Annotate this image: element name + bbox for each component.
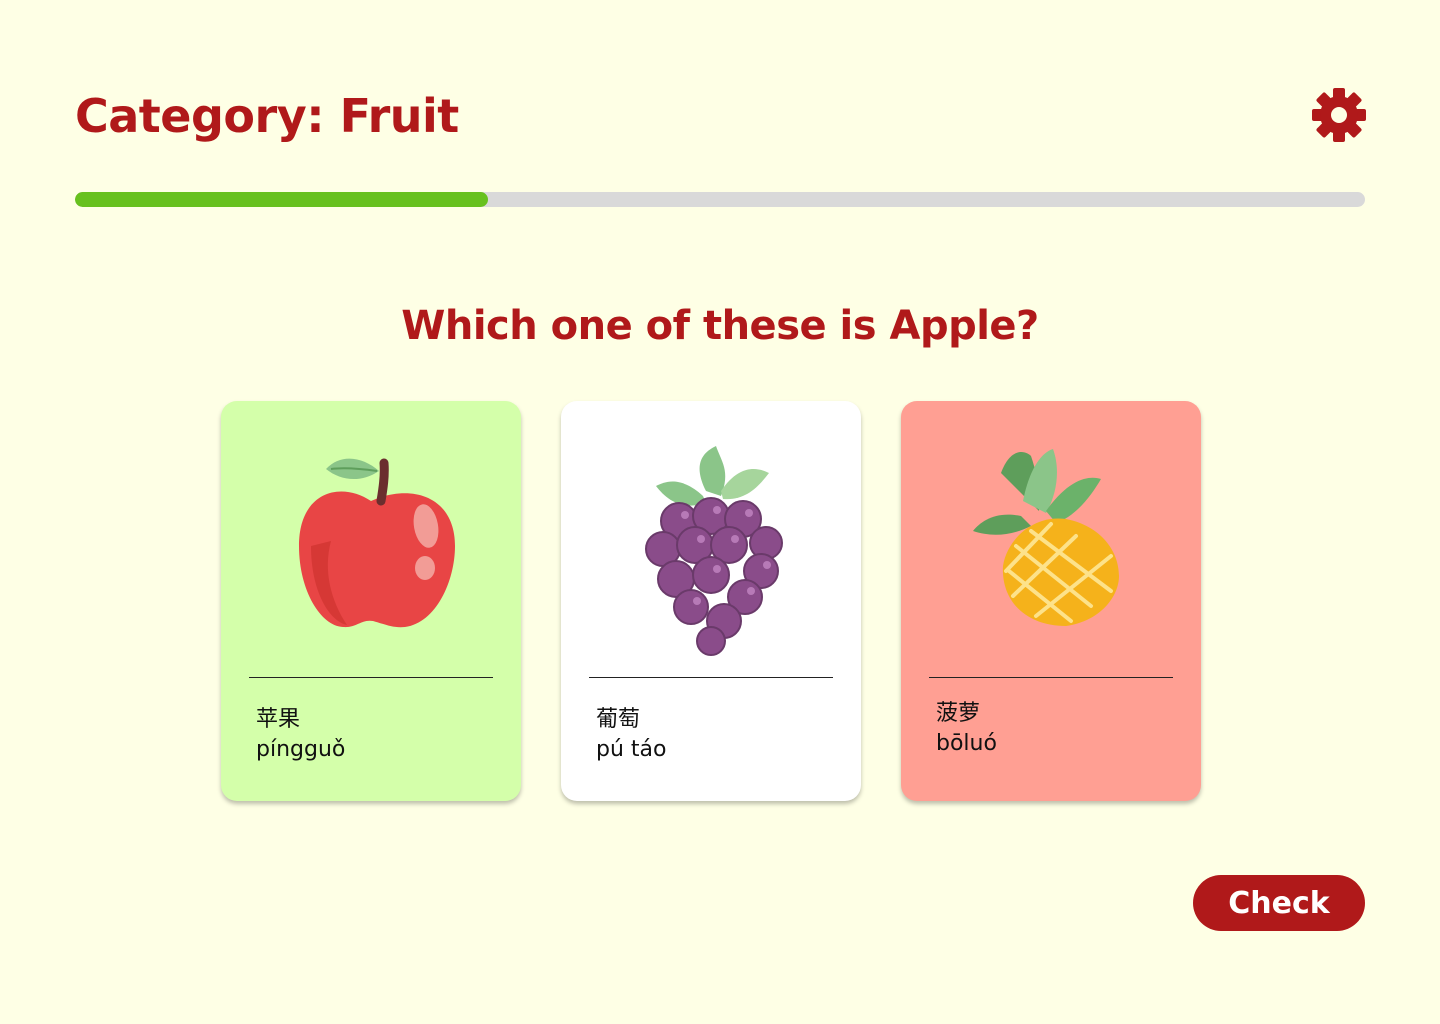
pineapple-icon [973, 449, 1119, 626]
card-divider [249, 677, 493, 678]
option-pinyin: píngguǒ [256, 737, 346, 762]
settings-button[interactable] [1310, 86, 1368, 144]
grapes-icon [645, 446, 783, 656]
option-card-pineapple[interactable]: 菠萝 bōluó [901, 401, 1201, 801]
card-divider [589, 677, 833, 678]
check-button[interactable]: Check [1193, 875, 1365, 931]
card-divider [929, 677, 1173, 678]
apple-icon [299, 458, 455, 628]
option-pinyin: bōluó [936, 731, 997, 756]
option-hanzi: 菠萝 [936, 701, 981, 726]
option-pinyin: pú táo [596, 737, 667, 762]
progress-fill [75, 192, 488, 207]
progress-bar [75, 192, 1365, 207]
option-card-grapes[interactable]: 葡萄 pú táo [561, 401, 861, 801]
option-card-apple[interactable]: 苹果 píngguǒ [221, 401, 521, 801]
question-text: Which one of these is Apple? [401, 303, 1039, 349]
option-hanzi: 苹果 [256, 707, 301, 732]
page-title: Category: Fruit [75, 89, 459, 143]
gear-icon [1312, 88, 1366, 142]
option-hanzi: 葡萄 [596, 707, 641, 732]
